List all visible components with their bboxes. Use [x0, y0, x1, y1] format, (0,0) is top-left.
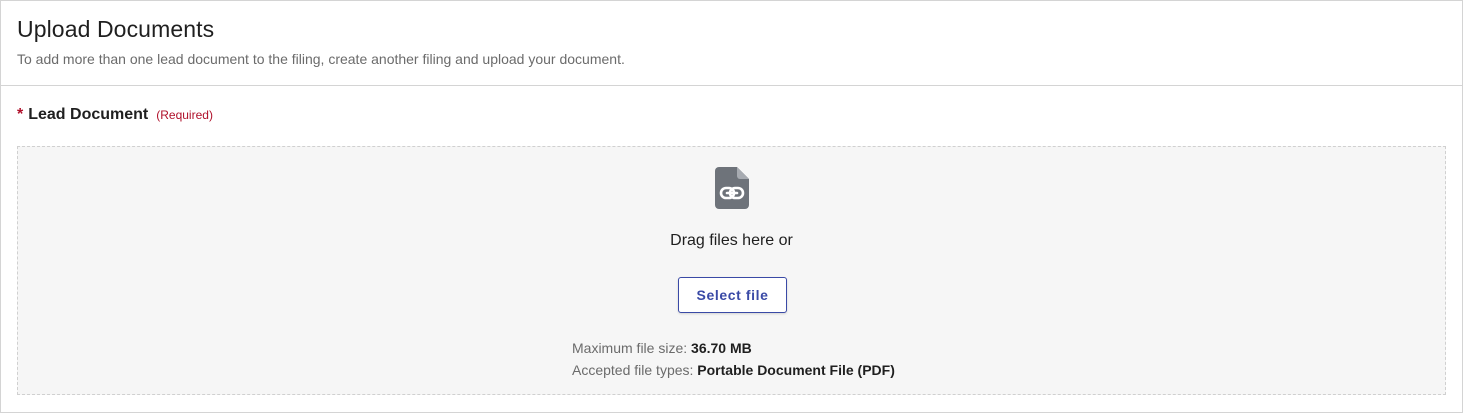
max-file-size-label: Maximum file size:	[572, 340, 688, 356]
accepted-file-types-row: Accepted file types: Portable Document F…	[572, 359, 895, 381]
upload-documents-panel: Upload Documents To add more than one le…	[0, 0, 1463, 413]
page-subtitle: To add more than one lead document to th…	[17, 51, 625, 67]
max-file-size-value: 36.70 MB	[691, 340, 752, 356]
file-requirements: Maximum file size: 36.70 MB Accepted fil…	[572, 337, 895, 381]
lead-document-label-row: * Lead Document (Required)	[17, 106, 1446, 128]
select-file-button[interactable]: Select file	[678, 277, 787, 313]
panel-header: Upload Documents To add more than one le…	[1, 1, 1462, 86]
required-asterisk: *	[17, 106, 24, 123]
document-link-icon	[715, 167, 749, 209]
page-title: Upload Documents	[17, 16, 215, 42]
lead-document-section: * Lead Document (Required) Drag files he…	[1, 86, 1462, 395]
accepted-file-types-value: Portable Document File (PDF)	[697, 362, 895, 378]
drag-files-text: Drag files here or	[670, 232, 793, 249]
file-dropzone[interactable]: Drag files here or Select file Maximum f…	[17, 146, 1446, 395]
required-note: (Required)	[156, 108, 213, 122]
accepted-file-types-label: Accepted file types:	[572, 362, 694, 378]
lead-document-label: Lead Document	[28, 106, 149, 123]
max-file-size-row: Maximum file size: 36.70 MB	[572, 337, 895, 359]
